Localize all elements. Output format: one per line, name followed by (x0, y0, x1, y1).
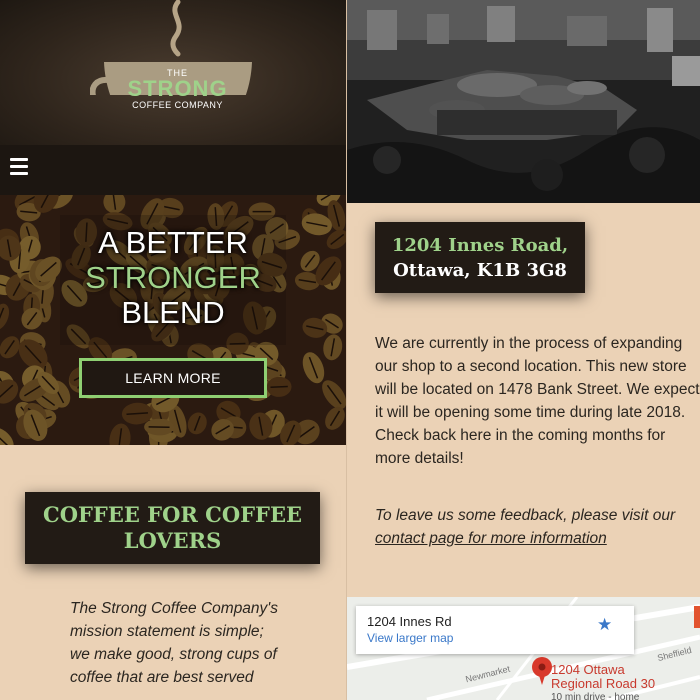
coffee-bean-crease (270, 385, 288, 388)
map-card-title: 1204 Innes Rd (367, 614, 452, 629)
mission-heading-box: COFFEE FOR COFFEE LOVERS (25, 492, 320, 564)
hamburger-menu-icon[interactable] (10, 158, 28, 176)
contact-page-link[interactable]: contact page for more information (375, 530, 607, 547)
feedback-paragraph: To leave us some feedback, please visit … (375, 504, 700, 550)
map-pin-label-1: 1204 Ottawa (551, 662, 625, 677)
logo-company: COFFEE COMPANY (132, 100, 223, 110)
city-photo (347, 0, 700, 203)
address-line-1: 1204 Innes Road, (391, 235, 569, 256)
mission-title: COFFEE FOR COFFEE LOVERS (43, 502, 302, 553)
nav-bar (0, 145, 346, 195)
expansion-text: We are currently in the process of expan… (375, 335, 700, 467)
view-larger-map-link[interactable]: View larger map (367, 630, 623, 646)
logo-text[interactable]: THE STRONG COFFEE COMPANY (105, 68, 250, 111)
star-icon[interactable]: ★ (597, 615, 612, 635)
logo-strong: STRONG (127, 76, 228, 101)
map-pin-sub: 10 min drive - home (551, 692, 640, 700)
map-pin-label-2: Regional Road 30 (551, 676, 656, 691)
hero-line-2: STRONGER (85, 260, 261, 295)
map-directions-icon[interactable] (694, 606, 700, 628)
learn-more-button[interactable]: LEARN MORE (79, 358, 267, 398)
left-column: THE STRONG COFFEE COMPANY A BETTER STRON… (0, 0, 346, 700)
hero-banner: A BETTER STRONGER BLEND LEARN MORE (0, 195, 346, 445)
right-column: 1204 Innes Road, Ottawa, K1B 3G8 We are … (347, 0, 700, 700)
address-line-2: Ottawa, K1B 3G8 (393, 260, 567, 281)
mission-text: The Strong Coffee Company's mission stat… (70, 600, 279, 686)
address-box: 1204 Innes Road, Ottawa, K1B 3G8 (375, 222, 585, 293)
hero-line-3: BLEND (121, 295, 225, 330)
feedback-text: To leave us some feedback, please visit … (375, 507, 676, 524)
hero-line-1: A BETTER (98, 225, 248, 260)
google-map[interactable]: 1204 Innes Rd View larger map ★ 1204 Ott… (347, 597, 700, 700)
map-pin-label: 1204 Ottawa Regional Road 30 10 min driv… (551, 663, 700, 700)
city-skyline-image (347, 0, 700, 203)
site-header: THE STRONG COFFEE COMPANY (0, 0, 346, 145)
hero-heading: A BETTER STRONGER BLEND (0, 225, 346, 330)
map-info-card: 1204 Innes Rd View larger map (356, 606, 634, 654)
